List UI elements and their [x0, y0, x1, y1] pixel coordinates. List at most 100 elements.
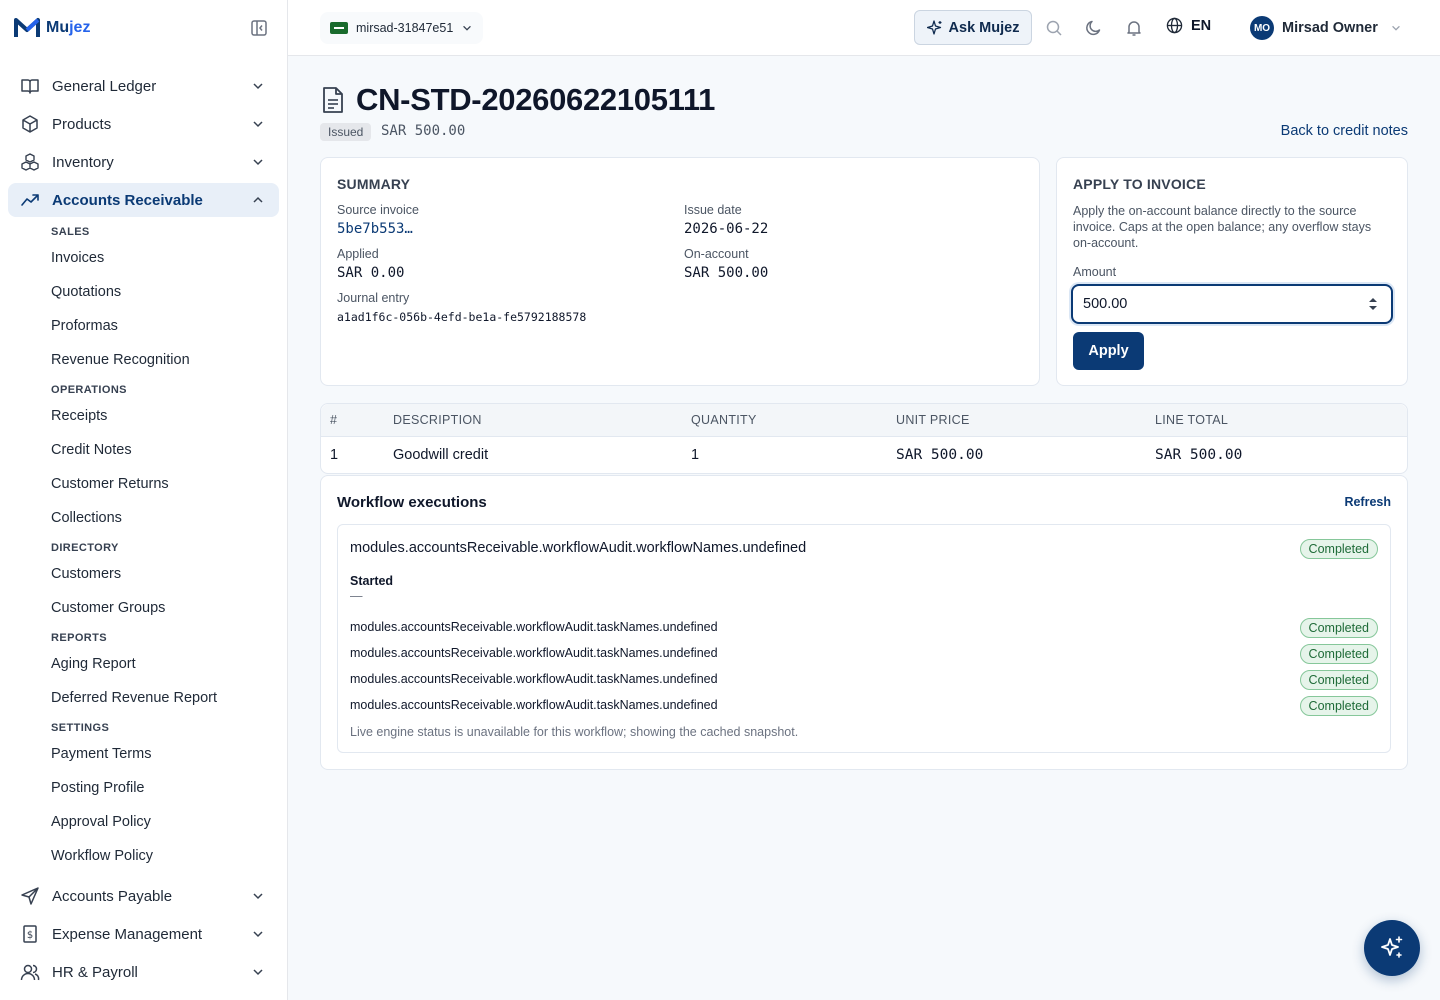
chevron-down-icon: [253, 83, 263, 90]
section-sales: SALES: [51, 226, 90, 238]
lines-table: # DESCRIPTION QUANTITY UNIT PRICE LINE T…: [320, 403, 1408, 474]
nav-expense-management[interactable]: $ Expense Management: [8, 917, 279, 951]
svg-text:$: $: [27, 930, 33, 941]
avatar: MO: [1250, 16, 1274, 40]
sidebar-item-collections[interactable]: Collections: [51, 510, 122, 526]
started-label: Started: [350, 574, 394, 588]
task-status-badge: Completed: [1299, 696, 1378, 716]
brand-name: Mujez: [46, 19, 91, 36]
col-unit-price: UNIT PRICE: [896, 413, 970, 427]
task-status-badge: Completed: [1299, 670, 1378, 690]
task-name: modules.accountsReceivable.workflowAudit…: [350, 620, 718, 634]
sidebar-item-proformas[interactable]: Proformas: [51, 318, 118, 334]
nav-inventory[interactable]: Inventory: [8, 145, 279, 179]
col-description: DESCRIPTION: [393, 413, 482, 427]
apply-to-invoice-card: APPLY TO INVOICE Apply the on-account ba…: [1056, 157, 1408, 386]
applied-value: SAR 0.00: [337, 265, 405, 281]
sidebar-item-approval-policy[interactable]: Approval Policy: [51, 814, 151, 830]
col-quantity: QUANTITY: [691, 413, 757, 427]
chevron-down-icon: [1392, 25, 1400, 31]
search-icon[interactable]: [1045, 19, 1063, 37]
on-account-label: On-account: [684, 247, 749, 261]
chevron-up-icon: [253, 196, 263, 203]
nav-general-ledger[interactable]: General Ledger: [8, 69, 279, 103]
nav-products[interactable]: Products: [8, 107, 279, 141]
issue-date-label: Issue date: [684, 203, 742, 217]
status-badge: Issued: [320, 123, 372, 141]
task-status-badge: Completed: [1299, 644, 1378, 664]
on-account-value: SAR 500.00: [684, 265, 769, 281]
amount-label: Amount: [1073, 265, 1117, 279]
sidebar-item-payment-terms[interactable]: Payment Terms: [51, 746, 151, 762]
section-operations: OPERATIONS: [51, 384, 127, 396]
section-reports: REPORTS: [51, 632, 107, 644]
workflow-name: modules.accountsReceivable.workflowAudit…: [350, 540, 807, 556]
cell-number: 1: [330, 447, 339, 463]
moon-icon[interactable]: [1085, 19, 1103, 37]
col-line-total: LINE TOTAL: [1155, 413, 1229, 427]
cell-line-total: SAR 500.00: [1155, 447, 1243, 463]
globe-icon: [1166, 17, 1183, 34]
summary-card: SUMMARY Source invoice 5be7b553… Issue d…: [320, 157, 1040, 386]
workflow-status-badge: Completed: [1299, 539, 1378, 559]
document-icon: [323, 87, 343, 113]
task-status-badge: Completed: [1299, 618, 1378, 638]
workflow-execution: modules.accountsReceivable.workflowAudit…: [337, 524, 1391, 753]
sidebar-item-receipts[interactable]: Receipts: [51, 408, 107, 424]
task-name: modules.accountsReceivable.workflowAudit…: [350, 698, 718, 712]
sidebar-item-customer-groups[interactable]: Customer Groups: [51, 600, 165, 616]
sidebar-collapse-icon[interactable]: [250, 19, 268, 37]
ai-assistant-fab[interactable]: [1364, 920, 1420, 976]
apply-title: APPLY TO INVOICE: [1073, 176, 1206, 192]
sidebar: Mujez General Ledger Products Inventory …: [0, 0, 288, 1000]
task-name: modules.accountsReceivable.workflowAudit…: [350, 672, 718, 686]
chevron-down-icon: [253, 893, 263, 900]
trend-up-icon: [20, 190, 40, 210]
brand[interactable]: Mujez: [14, 16, 90, 40]
table-header: # DESCRIPTION QUANTITY UNIT PRICE LINE T…: [321, 404, 1407, 437]
ask-mujez-button[interactable]: Ask Mujez: [914, 10, 1032, 45]
chevron-down-icon: [463, 25, 472, 31]
sidebar-item-posting-profile[interactable]: Posting Profile: [51, 780, 145, 796]
refresh-button[interactable]: Refresh: [1344, 495, 1391, 509]
bell-icon[interactable]: [1125, 19, 1143, 37]
amount-input[interactable]: [1071, 284, 1393, 324]
nav-hr-payroll[interactable]: HR & Payroll: [8, 955, 279, 989]
workflow-title: Workflow executions: [337, 494, 487, 511]
topbar: mirsad-31847e51 Ask Mujez EN MO Mirsad O…: [288, 0, 1440, 56]
back-to-credit-notes-link[interactable]: Back to credit notes: [1281, 123, 1408, 139]
started-value: —: [350, 589, 363, 603]
chevron-down-icon: [253, 969, 263, 976]
box-icon: [20, 114, 40, 134]
issue-date-value: 2026-06-22: [684, 221, 769, 237]
sidebar-item-customers[interactable]: Customers: [51, 566, 121, 582]
sidebar-item-revenue-recognition[interactable]: Revenue Recognition: [51, 352, 190, 368]
apply-button[interactable]: Apply: [1073, 332, 1144, 370]
section-settings: SETTINGS: [51, 722, 110, 734]
nav-accounts-payable[interactable]: Accounts Payable: [8, 879, 279, 913]
sidebar-item-workflow-policy[interactable]: Workflow Policy: [51, 848, 153, 864]
sidebar-item-credit-notes[interactable]: Credit Notes: [51, 442, 132, 458]
user-menu[interactable]: MO Mirsad Owner: [1250, 16, 1402, 40]
sidebar-item-deferred-revenue-report[interactable]: Deferred Revenue Report: [51, 690, 217, 706]
sidebar-item-quotations[interactable]: Quotations: [51, 284, 121, 300]
book-icon: [20, 76, 40, 96]
summary-title: SUMMARY: [337, 176, 411, 192]
sparkle-icon: [926, 19, 942, 35]
sidebar-item-aging-report[interactable]: Aging Report: [51, 656, 136, 672]
chevron-down-icon: [253, 931, 263, 938]
sparkle-icon: [1381, 936, 1403, 958]
source-invoice-link[interactable]: 5be7b553…: [337, 221, 413, 237]
col-number: #: [330, 413, 338, 427]
language-selector[interactable]: EN: [1166, 17, 1211, 34]
org-selector[interactable]: mirsad-31847e51: [320, 12, 484, 44]
mujez-logo-icon: [14, 18, 40, 37]
cell-quantity: 1: [691, 447, 700, 463]
nav-accounts-receivable[interactable]: Accounts Receivable: [8, 183, 279, 217]
cached-snapshot-note: Live engine status is unavailable for th…: [350, 725, 799, 739]
task-name: modules.accountsReceivable.workflowAudit…: [350, 646, 718, 660]
sidebar-item-invoices[interactable]: Invoices: [51, 250, 104, 266]
source-invoice-label: Source invoice: [337, 203, 419, 217]
sidebar-item-customer-returns[interactable]: Customer Returns: [51, 476, 169, 492]
applied-label: Applied: [337, 247, 379, 261]
